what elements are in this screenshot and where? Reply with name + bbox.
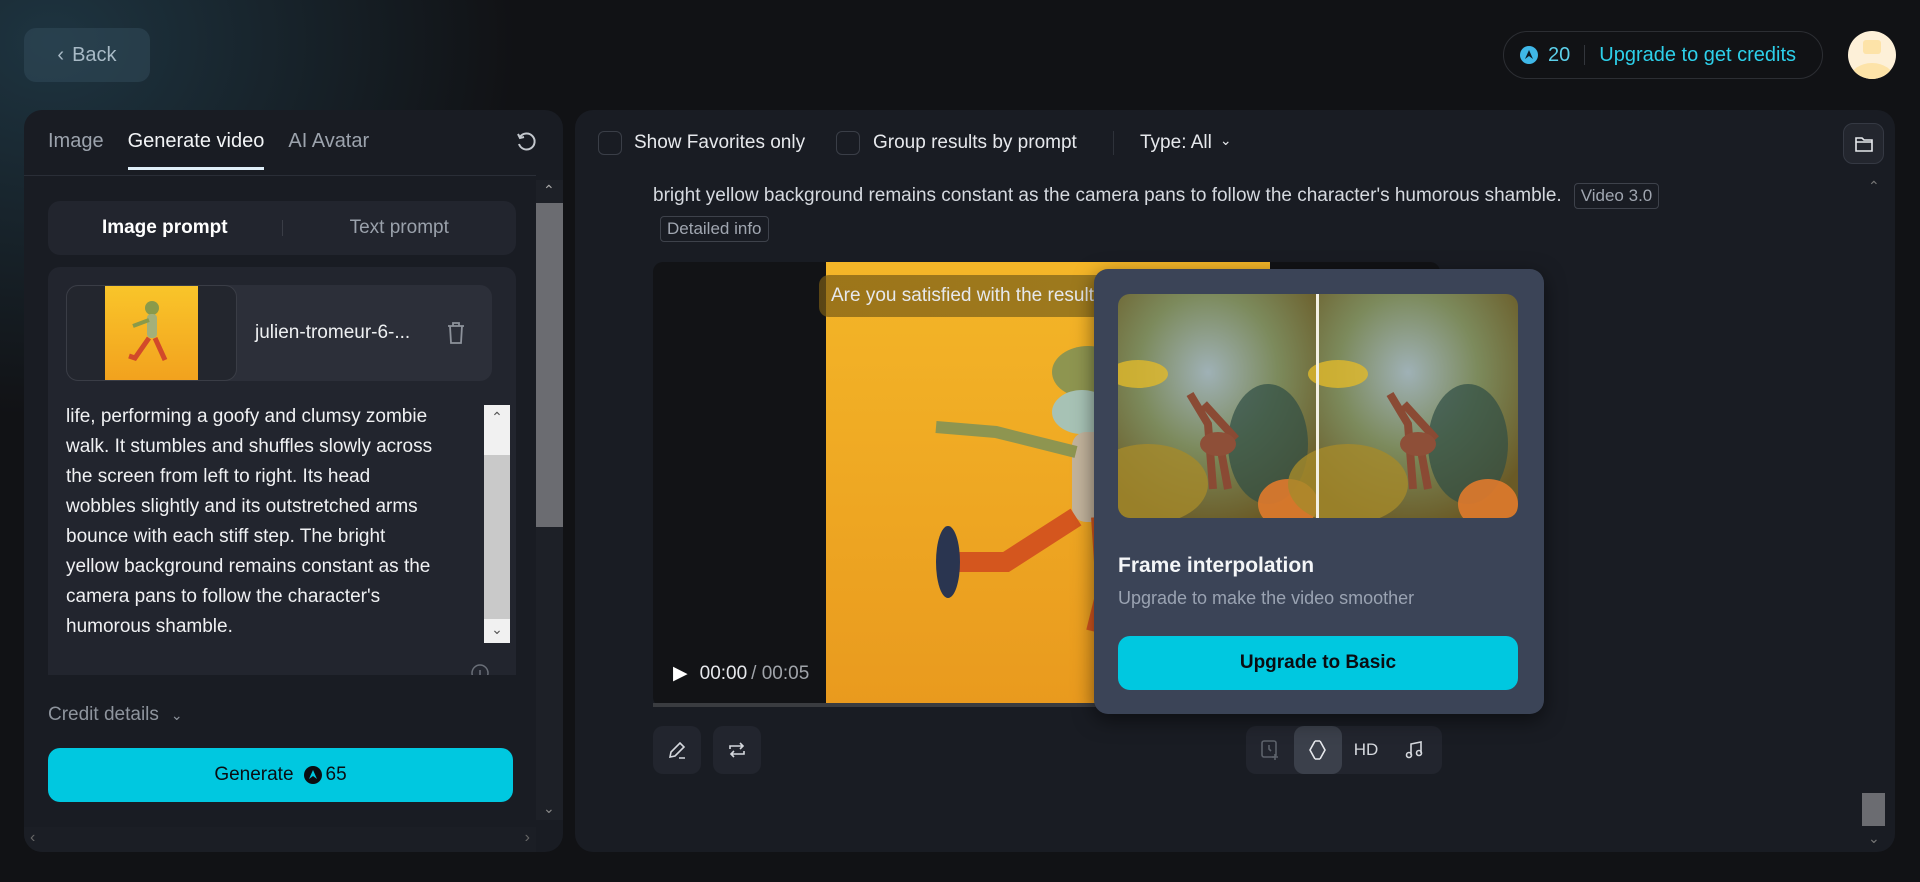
prompt-summary: bright yellow background remains constan… — [653, 183, 1833, 209]
scroll-up-icon[interactable]: ⌃ — [484, 405, 510, 455]
generate-button[interactable]: Generate 65 — [48, 748, 513, 802]
text-prompt-option[interactable]: Text prompt — [283, 217, 517, 239]
repeat-icon — [729, 742, 745, 758]
type-filter-dropdown[interactable]: Type: All ⌄ — [1140, 132, 1232, 154]
satisfaction-text: Are you satisfied with the results? — [831, 285, 1115, 306]
show-favorites-checkbox[interactable] — [598, 131, 622, 155]
prompt-line: camera pans to follow the character's — [66, 586, 381, 607]
music-icon — [1405, 741, 1423, 759]
scroll-left-icon[interactable]: ‹ — [30, 829, 35, 847]
credit-icon — [1520, 46, 1538, 64]
back-button[interactable]: ‹ Back — [24, 28, 150, 82]
tab-generate-video[interactable]: Generate video — [127, 130, 265, 170]
prompt-line: yellow background remains constant as th… — [66, 556, 431, 577]
scroll-up-icon[interactable]: ⌃ — [543, 182, 555, 199]
credit-details-label: Credit details — [48, 704, 159, 725]
left-scrollbar-thumb[interactable] — [536, 203, 563, 527]
avatar[interactable] — [1848, 31, 1896, 79]
prompt-line: walk. It stumbles and shuffles slowly ac… — [66, 436, 433, 457]
credit-icon — [303, 766, 322, 784]
video-controls: ▶ 00:00 / 00:05 — [673, 662, 809, 685]
credit-count: 20 — [1548, 43, 1571, 66]
satisfaction-banner: Are you satisfied with the results? — [819, 275, 1127, 317]
trash-icon[interactable] — [446, 322, 466, 344]
popup-title: Frame interpolation — [1118, 554, 1315, 577]
scroll-up-icon[interactable]: ⌃ — [1868, 178, 1880, 195]
prompt-textarea[interactable]: life, performing a goofy and clumsy zomb… — [66, 402, 476, 642]
image-prompt-option[interactable]: Image prompt — [48, 217, 282, 239]
scroll-down-icon[interactable]: ⌄ — [543, 800, 555, 817]
audio-button[interactable] — [1390, 740, 1438, 760]
chevron-left-icon: ‹ — [57, 43, 65, 66]
info-icon[interactable] — [470, 663, 490, 675]
divider — [1584, 45, 1586, 65]
prompt-line: the screen from left to right. Its head — [66, 466, 371, 487]
tab-divider — [24, 175, 536, 176]
prompt-line: bounce with each stiff step. The bright — [66, 526, 386, 547]
folder-button[interactable] — [1843, 123, 1884, 164]
chevron-down-icon: ⌄ — [1219, 132, 1232, 148]
folder-icon — [1854, 136, 1873, 152]
prompt-mode-toggle: Image prompt Text prompt — [48, 201, 516, 255]
pencil-icon — [668, 741, 686, 759]
divider — [1113, 131, 1114, 155]
scroll-right-icon[interactable]: › — [525, 829, 530, 847]
scroll-down-icon[interactable]: ⌄ — [484, 619, 510, 643]
results-scrollbar-thumb[interactable] — [1862, 793, 1885, 826]
group-by-prompt-label[interactable]: Group results by prompt — [873, 132, 1077, 154]
type-filter-label: Type: All — [1140, 132, 1212, 153]
prompt-text: bright yellow background remains constan… — [653, 185, 1562, 206]
detailed-info-button[interactable]: Detailed info — [660, 216, 769, 242]
chevron-down-icon: ⌄ — [170, 706, 183, 723]
interpolation-icon — [1309, 740, 1326, 760]
edit-button[interactable] — [653, 726, 701, 774]
horizontal-scrollbar[interactable]: ‹ › — [24, 827, 536, 852]
upgrade-to-basic-button[interactable]: Upgrade to Basic — [1118, 636, 1518, 690]
play-icon[interactable]: ▶ — [673, 662, 688, 685]
group-by-prompt-checkbox[interactable] — [836, 131, 860, 155]
mode-tabs: Image Generate video AI Avatar — [48, 130, 369, 170]
time-current: 00:00 — [699, 662, 748, 684]
generate-cost: 65 — [325, 764, 347, 785]
show-favorites-label[interactable]: Show Favorites only — [634, 132, 805, 154]
comparison-preview-image — [1118, 294, 1518, 518]
tab-ai-avatar[interactable]: AI Avatar — [288, 130, 369, 170]
prompt-line: wobbles slightly and its outstretched ar… — [66, 496, 418, 517]
extend-button[interactable] — [1246, 739, 1294, 761]
credit-details-toggle[interactable]: Credit details ⌄ — [48, 704, 183, 726]
scroll-down-icon[interactable]: ⌄ — [1868, 830, 1880, 847]
upgrade-credits-link[interactable]: Upgrade to get credits — [1599, 44, 1796, 67]
tab-image[interactable]: Image — [48, 130, 104, 170]
clock-plus-icon — [1261, 740, 1278, 760]
frame-interpolation-popup: Frame interpolation Upgrade to make the … — [1094, 269, 1544, 714]
reset-icon[interactable] — [515, 131, 537, 153]
generate-label: Generate — [214, 764, 294, 785]
frame-interpolation-button[interactable] — [1294, 726, 1342, 774]
image-thumbnail[interactable] — [66, 285, 237, 381]
time-total: / 00:05 — [751, 662, 810, 684]
textarea-scrollbar[interactable]: ⌃ ⌄ — [484, 405, 510, 643]
back-label: Back — [72, 43, 117, 66]
file-name: julien-tromeur-6-... — [255, 322, 411, 343]
model-tag: Video 3.0 — [1573, 183, 1660, 209]
popup-subtitle: Upgrade to make the video smoother — [1118, 588, 1415, 608]
hd-button[interactable]: HD — [1342, 740, 1390, 760]
prompt-line: life, performing a goofy and clumsy zomb… — [66, 406, 428, 427]
credits-pill[interactable]: 20 Upgrade to get credits — [1503, 31, 1823, 79]
video-tools: HD — [1246, 726, 1442, 774]
prompt-line: humorous shamble. — [66, 616, 233, 637]
regenerate-button[interactable] — [713, 726, 761, 774]
